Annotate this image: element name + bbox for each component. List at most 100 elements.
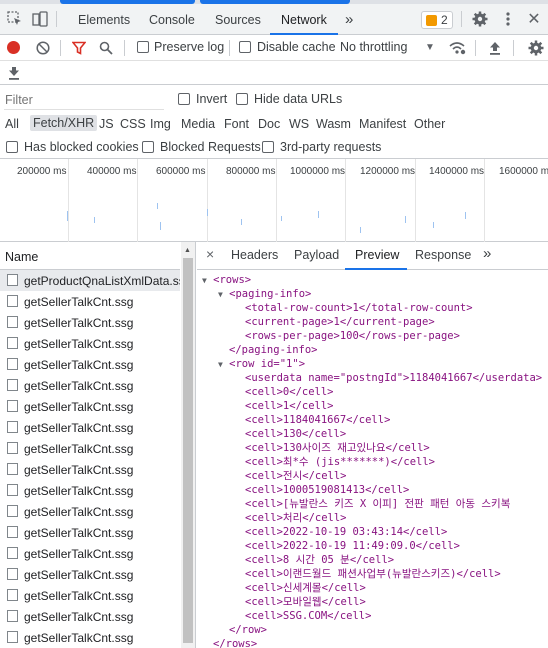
request-name: getSellerTalkCnt.ssg (24, 379, 134, 393)
kebab-menu-icon[interactable] (499, 10, 517, 28)
tab-network[interactable]: Network (281, 13, 327, 27)
type-ws[interactable]: WS (289, 117, 309, 131)
type-other[interactable]: Other (414, 117, 445, 131)
request-row[interactable]: getSellerTalkCnt.ssg (0, 564, 180, 585)
timeline-request-mark (67, 211, 68, 221)
request-file-icon (7, 400, 18, 412)
request-row[interactable]: getSellerTalkCnt.ssg (0, 396, 180, 417)
import-har-icon[interactable] (486, 39, 503, 56)
filter-icon[interactable] (70, 39, 87, 56)
request-row[interactable]: getSellerTalkCnt.ssg (0, 312, 180, 333)
tab-payload[interactable]: Payload (294, 248, 339, 262)
throttling-select[interactable]: No throttling (340, 40, 407, 54)
xml-node[interactable]: ▼ <paging-info> (218, 287, 311, 301)
record-icon[interactable] (7, 41, 20, 54)
request-row[interactable]: getSellerTalkCnt.ssg (0, 375, 180, 396)
active-detail-tab-indicator (345, 268, 407, 270)
warning-icon (426, 15, 437, 26)
export-har-icon[interactable] (6, 65, 22, 81)
request-row[interactable]: getSellerTalkCnt.ssg (0, 417, 180, 438)
tab-sources[interactable]: Sources (215, 13, 261, 27)
hide-data-urls-checkbox[interactable] (236, 93, 248, 105)
request-row[interactable]: getSellerTalkCnt.ssg (0, 438, 180, 459)
request-file-icon (7, 379, 18, 391)
inspect-element-icon[interactable] (6, 10, 24, 28)
timeline-overview[interactable]: 200000 ms 400000 ms 600000 ms 800000 ms … (0, 159, 548, 242)
timeline-tick: 400000 ms (87, 166, 137, 177)
scrollbar-thumb[interactable] (183, 258, 193, 643)
xml-node: <cell>0</cell> (245, 386, 334, 398)
request-row[interactable]: getSellerTalkCnt.ssg (0, 501, 180, 522)
clear-icon[interactable] (34, 39, 51, 56)
name-column-header[interactable]: Name (0, 242, 180, 270)
blocked-filters-row: Has blocked cookies Blocked Requests 3rd… (0, 137, 548, 159)
network-settings-icon[interactable] (527, 39, 545, 57)
more-tabs-button[interactable]: » (345, 11, 353, 28)
tab-elements[interactable]: Elements (78, 13, 130, 27)
timeline-tick: 1400000 ms (429, 166, 485, 177)
preserve-log-checkbox[interactable] (137, 41, 149, 53)
request-name: getSellerTalkCnt.ssg (24, 295, 134, 309)
timeline-tick: 1000000 ms (290, 166, 346, 177)
xml-node: <cell>2022-10-19 11:49:09.0</cell> (245, 540, 460, 552)
name-header-label: Name (5, 250, 39, 264)
timeline-tick: 600000 ms (156, 166, 206, 177)
request-row[interactable]: getProductQnaListXmlData.ssg (0, 270, 180, 291)
tab-preview[interactable]: Preview (355, 248, 399, 262)
disable-cache-checkbox[interactable] (239, 41, 251, 53)
type-media[interactable]: Media (181, 117, 215, 131)
xml-node[interactable]: ▼ <row id="1"> (218, 357, 305, 371)
tab-console[interactable]: Console (149, 13, 195, 27)
blocked-cookies-checkbox[interactable] (6, 141, 18, 153)
request-row[interactable]: getSellerTalkCnt.ssg (0, 354, 180, 375)
detail-tab-bar: × Headers Payload Preview Response » (197, 242, 548, 270)
request-row[interactable]: getSellerTalkCnt.ssg (0, 543, 180, 564)
xml-node: <cell>SSG.COM</cell> (245, 610, 372, 622)
type-img[interactable]: Img (150, 117, 171, 131)
xml-node: <cell>모바일웹</cell> (245, 596, 366, 608)
request-row[interactable]: getSellerTalkCnt.ssg (0, 585, 180, 606)
type-wasm[interactable]: Wasm (316, 117, 351, 131)
third-party-checkbox[interactable] (262, 141, 274, 153)
request-row[interactable]: getSellerTalkCnt.ssg (0, 459, 180, 480)
timeline-gridline (345, 159, 346, 242)
xml-node: </rows> (213, 638, 258, 648)
type-fetch-xhr[interactable]: Fetch/XHR (30, 115, 98, 131)
invert-checkbox[interactable] (178, 93, 190, 105)
request-row[interactable]: getSellerTalkCnt.ssg (0, 522, 180, 543)
xml-node: <userdata name="postngId">1184041667</us… (245, 372, 543, 384)
device-toolbar-icon[interactable] (31, 10, 49, 28)
preserve-log-label: Preserve log (154, 40, 225, 54)
issues-badge[interactable]: 2 (421, 11, 453, 29)
close-devtools-icon[interactable]: ✕ (525, 10, 543, 28)
timeline-tick: 1200000 ms (360, 166, 416, 177)
request-row[interactable]: getSellerTalkCnt.ssg (0, 333, 180, 354)
blocked-requests-checkbox[interactable] (142, 141, 154, 153)
type-font[interactable]: Font (224, 117, 249, 131)
chevron-down-icon[interactable]: ▼ (424, 40, 436, 54)
request-file-icon (7, 316, 18, 328)
request-row[interactable]: getSellerTalkCnt.ssg (0, 291, 180, 312)
network-conditions-icon[interactable] (448, 39, 466, 56)
search-icon[interactable] (97, 39, 114, 56)
request-row[interactable]: getSellerTalkCnt.ssg (0, 627, 180, 648)
type-js[interactable]: JS (99, 117, 114, 131)
type-manifest[interactable]: Manifest (359, 117, 406, 131)
request-row[interactable]: getSellerTalkCnt.ssg (0, 480, 180, 501)
tab-headers[interactable]: Headers (231, 248, 278, 262)
xml-node[interactable]: ▼ <rows> (202, 273, 251, 287)
timeline-gridline (207, 159, 208, 242)
type-css[interactable]: CSS (120, 117, 146, 131)
close-detail-icon[interactable]: × (206, 246, 214, 262)
tab-response[interactable]: Response (415, 248, 471, 262)
settings-gear-icon[interactable] (471, 10, 489, 28)
filter-input[interactable] (4, 90, 164, 110)
more-detail-tabs-button[interactable]: » (483, 245, 491, 262)
xml-node: <cell>1</cell> (245, 400, 334, 412)
type-all[interactable]: All (5, 117, 19, 131)
timeline-request-mark (433, 222, 434, 228)
request-row[interactable]: getSellerTalkCnt.ssg (0, 606, 180, 627)
type-doc[interactable]: Doc (258, 117, 280, 131)
request-name: getSellerTalkCnt.ssg (24, 484, 134, 498)
scroll-up-icon[interactable]: ▲ (184, 247, 191, 254)
